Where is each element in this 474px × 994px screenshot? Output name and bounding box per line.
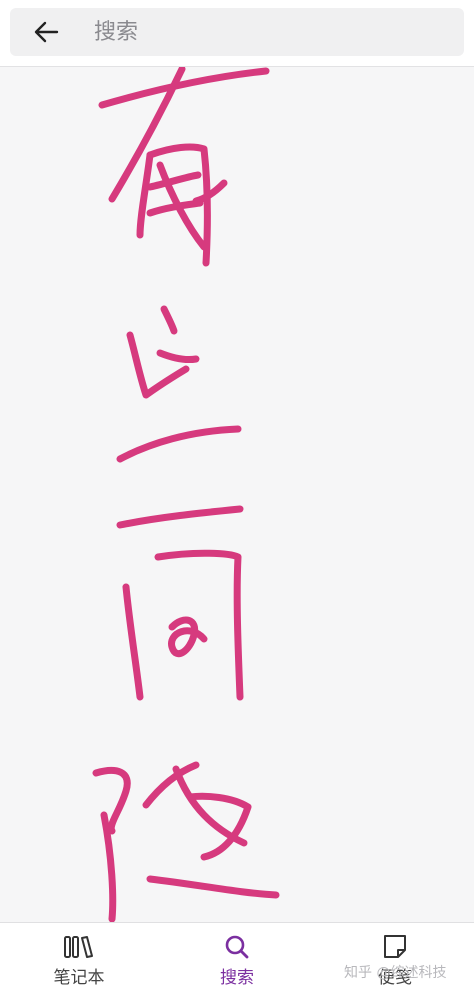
ink-stroke: [146, 875, 280, 899]
ink-stroke: [156, 349, 200, 363]
search-bar: [10, 8, 464, 56]
ink-stroke: [98, 67, 270, 109]
ink-stroke: [116, 505, 244, 529]
nav-item-notebooks[interactable]: 笔记本: [0, 923, 158, 994]
nav-item-sticky-notes[interactable]: 便笺: [316, 923, 474, 994]
ink-stroke: [160, 305, 178, 335]
nav-item-search[interactable]: 搜索: [158, 923, 316, 994]
search-icon: [220, 933, 254, 961]
sticky-note-icon: [378, 933, 412, 961]
nav-label-search: 搜索: [220, 968, 254, 988]
ink-stroke: [116, 425, 242, 463]
ink-stroke: [146, 171, 202, 191]
top-bar: [0, 0, 474, 66]
search-input[interactable]: [94, 14, 434, 50]
notebooks-icon: [62, 933, 96, 961]
nav-label-notebooks: 笔记本: [53, 968, 105, 988]
ink-stroke: [92, 766, 131, 835]
bottom-navigation: 笔记本 搜索 便笺: [0, 922, 474, 994]
ink-stroke: [136, 151, 154, 239]
ink-stroke: [122, 583, 144, 701]
watermark: 知乎 @综述科技: [344, 965, 447, 981]
handwriting-ink: [92, 67, 280, 923]
back-button[interactable]: [22, 12, 70, 52]
arrow-left-icon: [33, 19, 59, 45]
ink-stroke: [126, 331, 190, 399]
ink-canvas[interactable]: [0, 66, 474, 923]
ink-stroke: [168, 616, 208, 658]
